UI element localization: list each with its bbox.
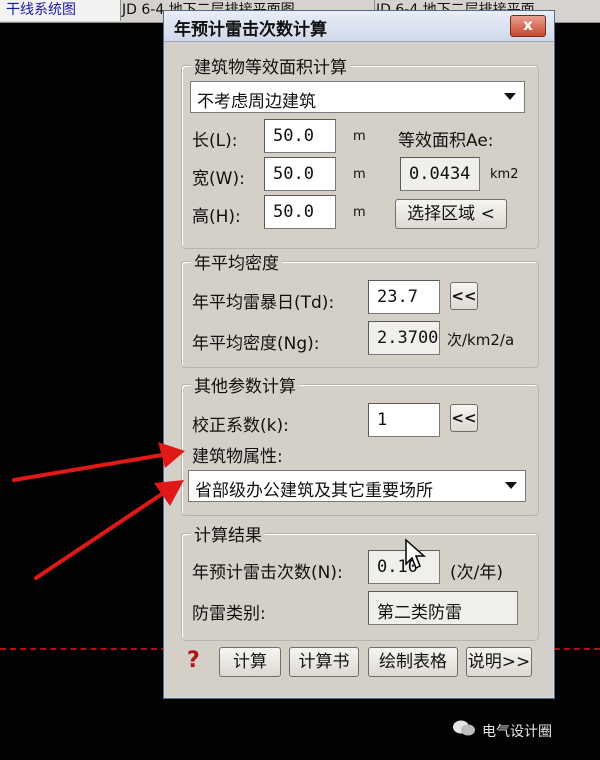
- help-icon[interactable]: ?: [187, 648, 200, 673]
- group-other-parameters-label: 其他参数计算: [191, 372, 299, 397]
- height-unit: m: [353, 205, 366, 220]
- lightning-strike-dialog: 年预计雷击次数计算 x 建筑物等效面积计算 不考虑周边建筑 长(L): 50.0…: [163, 10, 555, 699]
- building-property-value: 省部级办公建筑及其它重要场所: [195, 481, 433, 501]
- explain-button[interactable]: 说明>>: [466, 647, 532, 677]
- height-input[interactable]: 50.0: [264, 195, 336, 229]
- pick-correction-factor-button[interactable]: <<: [450, 404, 478, 432]
- length-input[interactable]: 50.0: [264, 119, 336, 153]
- wechat-icon: [453, 720, 475, 736]
- annotation-arrow-lower: [34, 480, 184, 580]
- dialog-titlebar[interactable]: 年预计雷击次数计算 x: [164, 11, 554, 42]
- correction-factor-input[interactable]: 1: [368, 403, 440, 437]
- protection-class-output: 第二类防雷: [368, 591, 518, 625]
- strike-count-label: 年预计雷击次数(N):: [192, 563, 343, 583]
- watermark-text: 电气设计圈: [482, 724, 552, 740]
- protection-class-label: 防雷类别:: [192, 604, 266, 624]
- report-button[interactable]: 计算书: [289, 647, 359, 677]
- strike-count-unit: (次/年): [450, 563, 503, 583]
- correction-factor-label: 校正系数(k):: [192, 416, 289, 436]
- equivalent-area-output: 0.0434: [400, 157, 480, 191]
- width-label: 宽(W):: [192, 169, 245, 189]
- thunderstorm-days-label: 年平均雷暴日(Td):: [192, 293, 335, 313]
- length-label: 长(L):: [192, 131, 238, 151]
- group-equivalent-area-label: 建筑物等效面积计算: [191, 53, 350, 78]
- group-result-label: 计算结果: [191, 521, 265, 546]
- close-button[interactable]: x: [510, 15, 546, 37]
- calculate-button[interactable]: 计算: [219, 647, 281, 677]
- density-label: 年平均密度(Ng):: [192, 334, 320, 354]
- density-unit: 次/km2/a: [447, 331, 515, 349]
- equivalent-area-unit: km2: [490, 167, 519, 182]
- width-input[interactable]: 50.0: [264, 157, 336, 191]
- length-unit: m: [353, 129, 366, 144]
- group-average-density-label: 年平均密度: [191, 249, 282, 274]
- draw-table-button[interactable]: 绘制表格: [368, 647, 458, 677]
- dialog-title: 年预计雷击次数计算: [174, 20, 327, 40]
- chevron-down-icon: [505, 482, 517, 489]
- tab-system-diagram[interactable]: 干线系统图: [0, 0, 121, 21]
- thunderstorm-days-input[interactable]: 23.7: [368, 280, 440, 314]
- building-property-label: 建筑物属性:: [192, 447, 283, 467]
- surrounding-building-select[interactable]: 不考虑周边建筑: [190, 81, 525, 113]
- width-unit: m: [353, 167, 366, 182]
- height-label: 高(H):: [192, 207, 241, 227]
- surrounding-building-value: 不考虑周边建筑: [197, 92, 316, 112]
- pick-thunderstorm-days-button[interactable]: <<: [450, 282, 478, 310]
- density-output: 2.3700: [368, 321, 440, 355]
- equivalent-area-label: 等效面积Ae:: [398, 131, 494, 151]
- chevron-down-icon: [504, 93, 516, 100]
- building-property-select[interactable]: 省部级办公建筑及其它重要场所: [188, 470, 526, 502]
- mouse-cursor-icon: [405, 538, 426, 570]
- select-area-button[interactable]: 选择区域 <: [395, 199, 507, 229]
